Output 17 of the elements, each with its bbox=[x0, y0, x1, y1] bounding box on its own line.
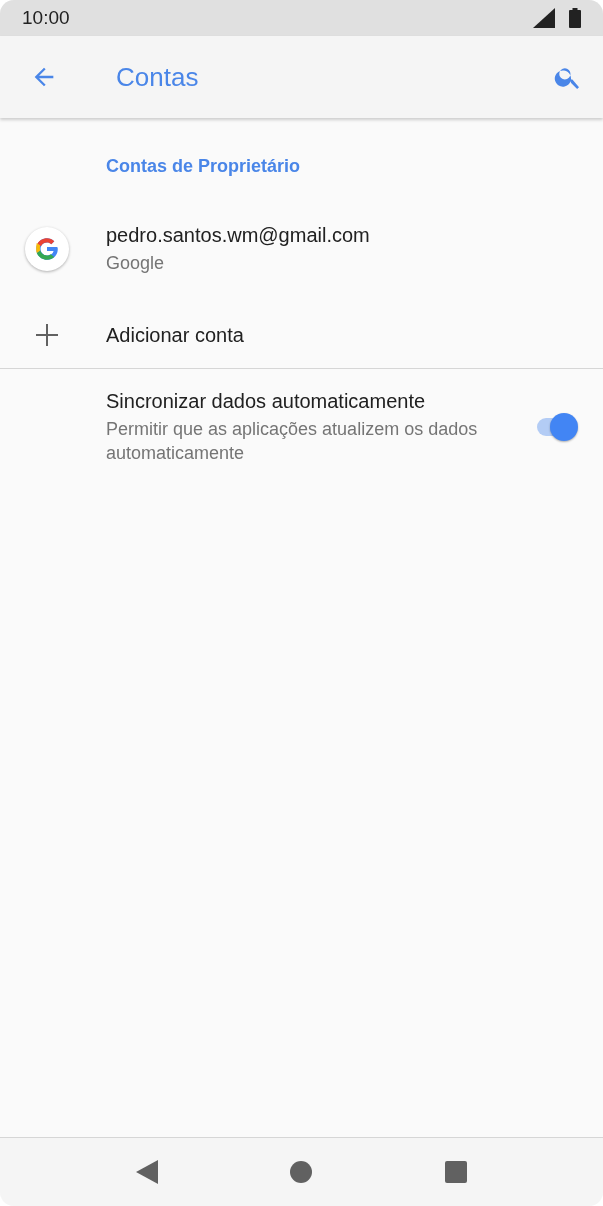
status-time: 10:00 bbox=[22, 7, 71, 29]
square-icon bbox=[444, 1161, 467, 1183]
account-email: pedro.santos.wm@gmail.com bbox=[106, 223, 371, 247]
triangle-icon bbox=[136, 1160, 159, 1184]
setting-item[interactable]: Sincronizar dados automaticamente Permitir que as aplicações atualizem os dados automaticamente bbox=[0, 369, 603, 485]
add-account-item[interactable]: Adicionar conta bbox=[0, 302, 603, 368]
screen-title: Contas bbox=[116, 61, 200, 93]
account-provider: Google bbox=[106, 251, 166, 275]
signal-icon bbox=[533, 8, 555, 28]
section-header: Contas de Proprietário bbox=[105, 155, 302, 178]
plus-icon bbox=[36, 324, 58, 346]
account-item[interactable]: pedro.santos.wm@gmail.com Google bbox=[0, 196, 603, 302]
google-g-icon bbox=[33, 235, 61, 263]
battery-icon bbox=[569, 8, 581, 28]
circle-icon bbox=[290, 1161, 313, 1183]
setting-title: Sincronizar dados automaticamente bbox=[106, 389, 427, 413]
setting-summary: Permitir que as aplicações atualizem os dados automaticamente bbox=[106, 417, 479, 465]
